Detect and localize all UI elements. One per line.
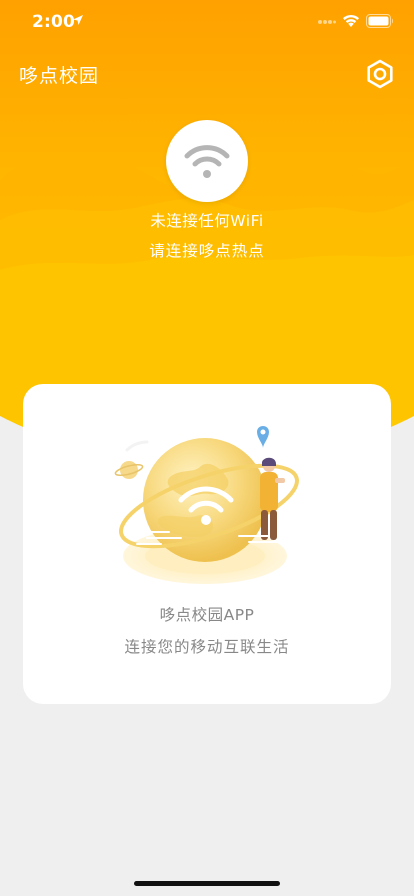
app-screen: 2:00 哆点校园 未连接任何WiFi 请连接哆点热点 哆点校园APP 连接您的…: [0, 0, 414, 896]
app-slogan: 连接您的移动互联生活: [124, 638, 290, 656]
globe-illustration: [114, 426, 299, 584]
app-info-card: 哆点校园APP 连接您的移动互联生活: [23, 384, 391, 704]
wifi-status-circle[interactable]: [166, 120, 248, 202]
gear-icon: [367, 59, 393, 89]
status-time: 2:00: [32, 12, 76, 32]
page-title: 哆点校园: [19, 65, 100, 87]
connection-status: 未连接任何WiFi: [150, 212, 264, 230]
connection-hint: 请连接哆点热点: [149, 242, 265, 260]
location-arrow-icon: [73, 15, 83, 25]
app-name: 哆点校园APP: [159, 606, 255, 624]
home-indicator[interactable]: [134, 881, 280, 886]
signal-dots-icon: [318, 20, 336, 24]
settings-button[interactable]: [364, 58, 396, 90]
status-bar: 2:00: [0, 0, 414, 44]
battery-icon: [366, 14, 393, 28]
wifi-status-icon: [343, 14, 359, 27]
wifi-icon: [184, 145, 230, 178]
